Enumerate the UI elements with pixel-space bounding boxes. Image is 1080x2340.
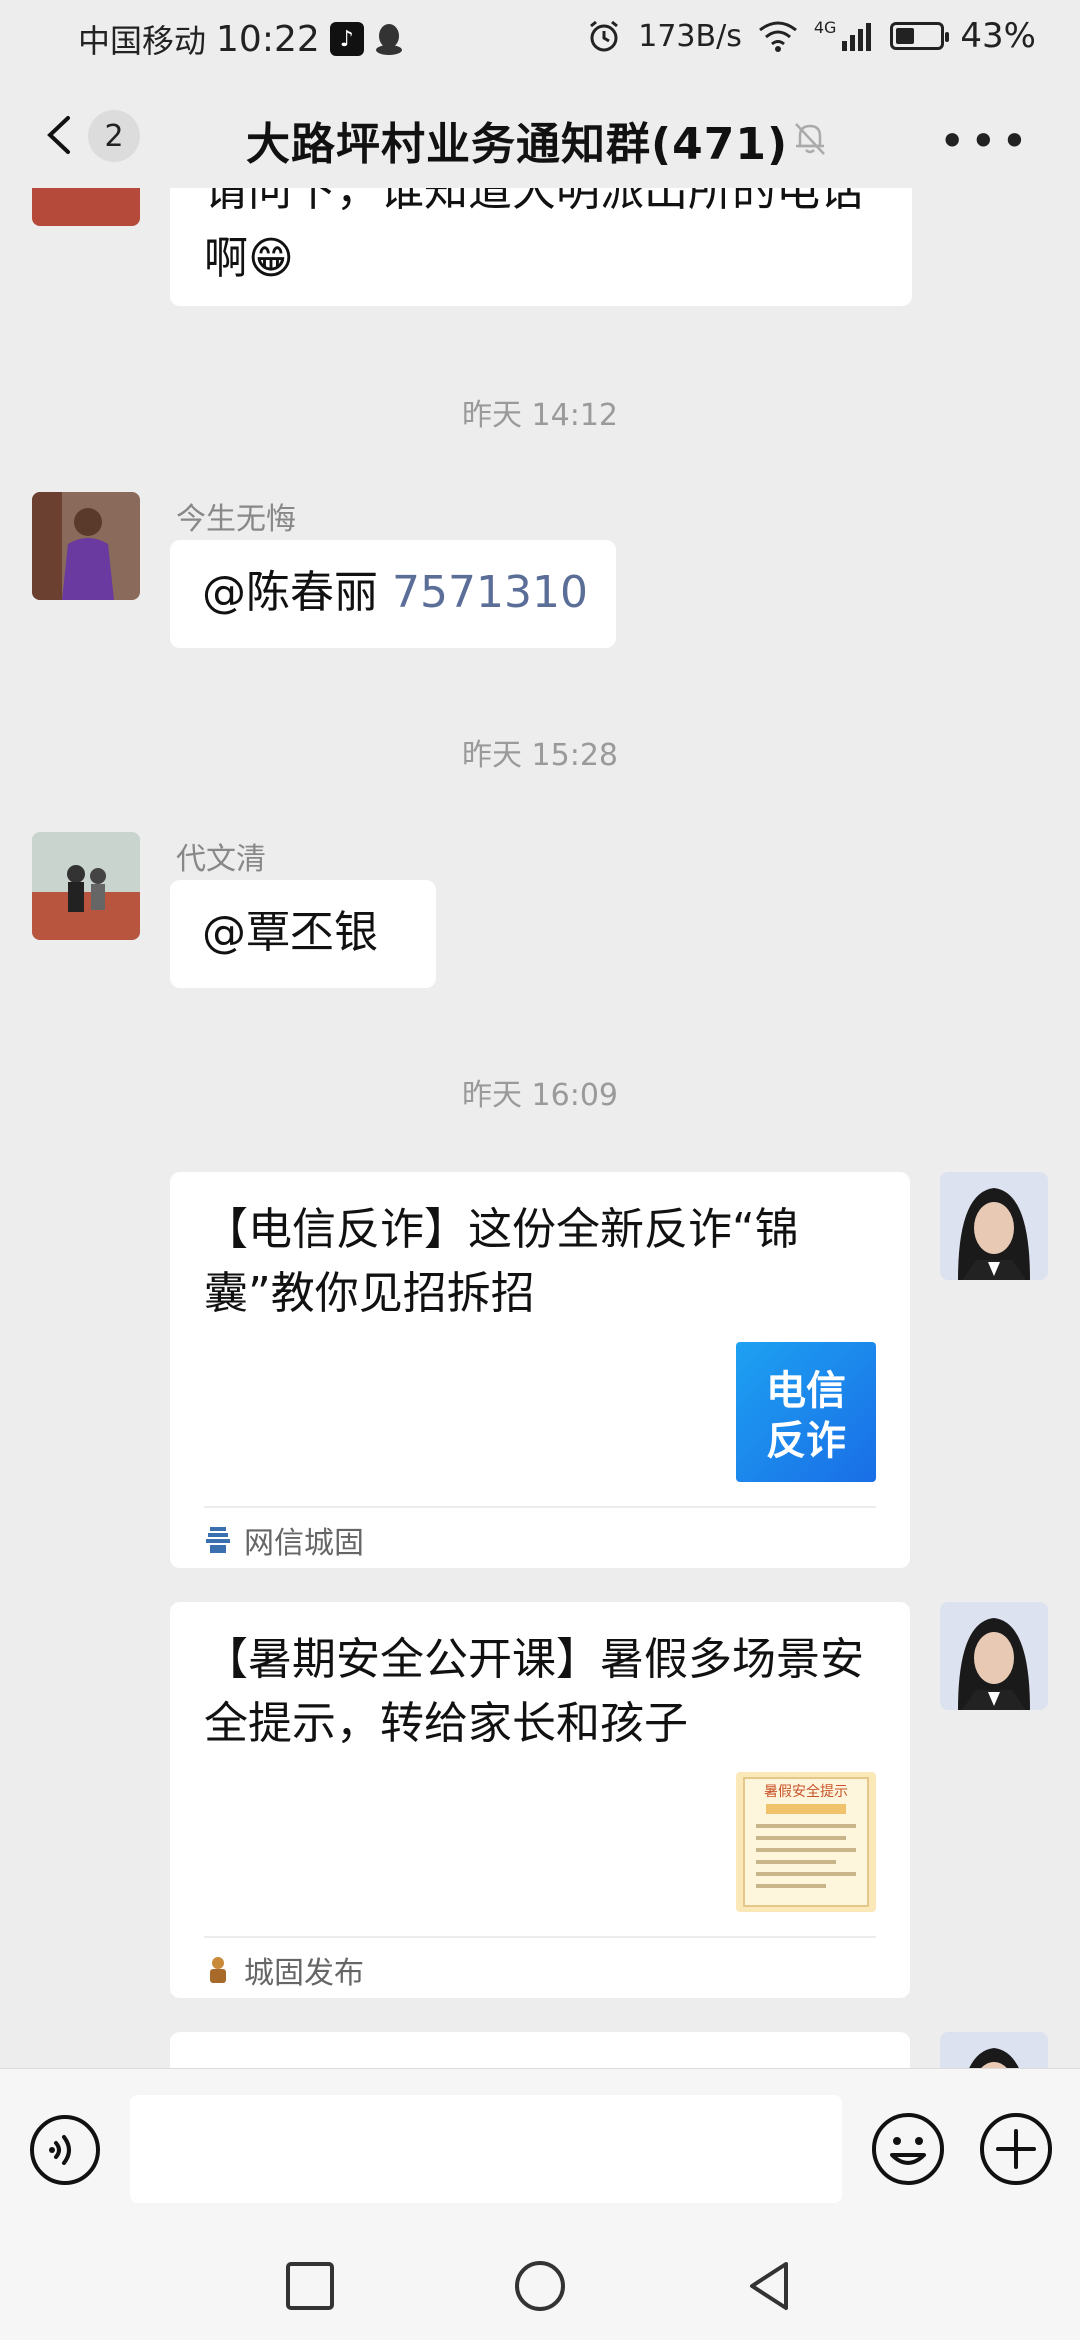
card-divider — [204, 1506, 876, 1508]
message-text: 请问下，谁知道大明派出所的电话 — [204, 188, 864, 216]
wifi-icon — [758, 21, 797, 52]
message-bubble[interactable]: @陈春丽 7571310 — [170, 540, 616, 648]
status-bar: 中国移动 10:22 ♪ 173B/s 4G 43% — [0, 0, 1080, 76]
card-thumbnail: 暑假安全提示 — [736, 1772, 876, 1912]
sender-name: 代文清 — [176, 842, 266, 877]
timestamp: 昨天 16:09 — [462, 1078, 618, 1113]
message-input[interactable] — [130, 2095, 842, 2203]
avatar[interactable] — [32, 188, 140, 226]
source-logo-icon — [206, 1527, 230, 1553]
article-card[interactable]: 【电信反诈】这份全新反诈“锦囊”教你见招拆招 电信 反诈 网信城固 — [170, 1172, 910, 1568]
thumb-line2: 反诈 — [766, 1418, 846, 1464]
thumb-title: 暑假安全提示 — [764, 1783, 848, 1800]
source-logo-icon — [210, 1957, 226, 1983]
card-source: 网信城固 — [204, 1518, 364, 1562]
self-avatar[interactable] — [940, 1602, 1048, 1710]
message-bubble[interactable]: @覃丕银 — [170, 880, 436, 988]
timestamp: 昨天 14:12 — [462, 398, 618, 433]
group-title: 大路坪村业务通知群(471) — [246, 119, 789, 170]
card-source: 城固发布 — [204, 1948, 364, 1992]
mute-bell-icon — [795, 123, 825, 155]
battery-icon — [890, 22, 950, 50]
card-divider — [204, 1936, 876, 1938]
net-speed: 173B/s — [638, 18, 742, 54]
qq-icon — [375, 24, 402, 55]
battery-fill — [896, 28, 915, 44]
tiktok-icon: ♪ — [329, 22, 364, 56]
signal-icon — [842, 23, 872, 51]
article-card[interactable]: 【暑期安全公开课】暑假多场景安全提示，转给家长和孩子 暑假安全提示 城固发布 — [170, 1602, 910, 1998]
source-name: 网信城固 — [244, 1526, 364, 1561]
self-avatar[interactable] — [940, 1172, 1048, 1280]
message-text: @陈春丽 7571310 — [202, 560, 588, 626]
more-options-icon[interactable]: ••• — [939, 114, 1032, 168]
battery-percent: 43% — [960, 16, 1036, 56]
timestamp: 昨天 15:28 — [462, 738, 618, 773]
input-bar — [0, 2068, 1080, 2228]
recents-icon[interactable] — [280, 2256, 340, 2316]
card-title: 【电信反诈】这份全新反诈“锦囊”教你见招拆招 — [204, 1204, 799, 1319]
message-text: 啊😁 — [204, 233, 294, 284]
avatar[interactable] — [32, 492, 140, 600]
voice-input-icon[interactable] — [28, 2113, 102, 2187]
message-list[interactable]: 请问下，谁知道大明派出所的电话 啊😁 昨天 14:12 今生无悔 @陈春丽 75… — [0, 188, 1080, 2068]
emoji-icon[interactable] — [870, 2111, 946, 2187]
carrier-label: 中国移动 — [78, 22, 207, 60]
phone-number-link[interactable]: 7571310 — [392, 567, 588, 618]
sender-name: 今生无悔 — [176, 502, 296, 537]
message-text: @覃丕银 — [202, 907, 378, 958]
back-triangle-icon[interactable] — [740, 2256, 800, 2316]
mention-text: @陈春丽 — [202, 567, 392, 618]
alarm-icon — [590, 20, 619, 52]
clock: 10:22 — [216, 18, 320, 60]
status-left: 中国移动 10:22 ♪ — [78, 16, 404, 62]
plus-icon[interactable] — [978, 2111, 1054, 2187]
self-avatar[interactable] — [940, 2032, 1048, 2068]
chat-header: 2 大路坪村业务通知群(471) ••• — [0, 88, 1080, 188]
thumb-line1: 电信 — [766, 1368, 846, 1414]
home-icon[interactable] — [510, 2256, 570, 2316]
chat-screen: 中国移动 10:22 ♪ 173B/s 4G 43% 2 大路坪村业务通知群(4… — [0, 0, 1080, 2340]
message-bubble[interactable]: 请问下，谁知道大明派出所的电话 啊😁 — [170, 188, 912, 306]
status-right: 173B/s 4G 43% — [586, 16, 1036, 56]
article-card[interactable] — [170, 2032, 910, 2068]
back-arrow-icon[interactable] — [38, 112, 84, 158]
card-thumbnail: 电信 反诈 — [736, 1342, 876, 1482]
unread-badge[interactable]: 2 — [88, 110, 140, 162]
network-type: 4G — [813, 17, 837, 37]
system-nav-bar — [0, 2228, 1080, 2340]
source-name: 城固发布 — [244, 1956, 364, 1991]
avatar[interactable] — [32, 832, 140, 940]
card-title: 【暑期安全公开课】暑假多场景安全提示，转给家长和孩子 — [204, 1634, 864, 1749]
